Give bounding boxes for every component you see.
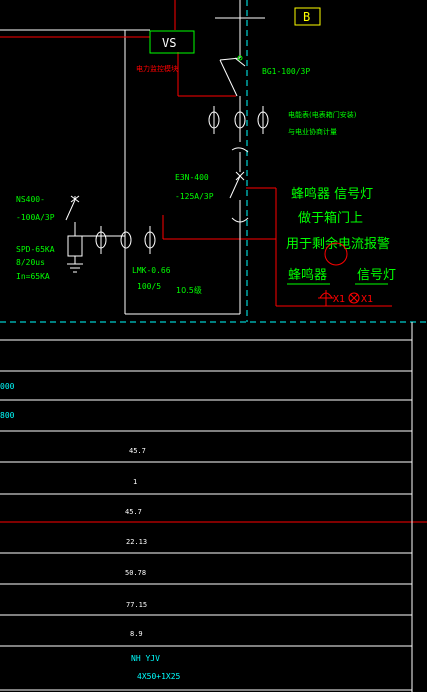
ct-note-line1: 电能表(电表箱门安装) xyxy=(288,110,357,119)
table-value-7: 8.9 xyxy=(130,630,143,638)
spd-label2: 8/20us xyxy=(16,258,45,267)
spd-label1: SPD-65KA xyxy=(16,245,55,254)
buzzer-purpose: 用于剩余电流报警 xyxy=(286,236,390,252)
page-marker-text: B xyxy=(303,10,310,24)
table-value-3: 45.7 xyxy=(125,508,142,516)
table-value-4: 22.13 xyxy=(126,538,147,546)
cable-spec-line2: 4X50+1X25 xyxy=(137,672,181,681)
spd-label3: In=65KA xyxy=(16,272,50,281)
ct-group-upper xyxy=(208,106,269,134)
buzzer-label: 蜂鸣器 xyxy=(288,267,327,283)
table-value-1: 45.7 xyxy=(129,447,146,455)
cable-spec-line1: NH YJV xyxy=(131,654,160,663)
breaker-bg1-label: BG1-100/3P xyxy=(262,67,310,76)
ct-small-note: 10.5级 xyxy=(176,285,202,295)
red-wiring xyxy=(0,0,427,523)
lamp-label: 信号灯 xyxy=(357,268,396,283)
buzzer-mount: 做于箱门上 xyxy=(298,210,363,226)
table-value-5: 50.78 xyxy=(125,569,146,577)
vs-label: VS xyxy=(162,36,176,50)
main-switch-label2: -125A/3P xyxy=(175,192,214,201)
ct-model-label2: 100/5 xyxy=(137,282,161,291)
table-value-2: 1 xyxy=(133,478,137,486)
spd-branch-symbol xyxy=(65,195,125,273)
ct-model-label1: LMK-0.66 xyxy=(132,266,171,275)
x1-label-a: X1 xyxy=(333,294,345,305)
table-grid xyxy=(0,322,413,692)
left-value-1: 000 xyxy=(0,382,15,391)
buzzer-icon xyxy=(318,290,334,306)
main-switch-label1: E3N-400 xyxy=(175,173,209,182)
power-monitor-label: 电力监控模块 xyxy=(136,64,178,73)
main-switch-symbol xyxy=(229,147,249,285)
x1-label-b: X1 xyxy=(361,294,373,305)
spd-breaker-label1: NS400- xyxy=(16,195,45,204)
cad-drawing-canvas: B VS 电力监控模块 BG1-100/3P 电能表(电表箱门安装) 与电业协商… xyxy=(0,0,427,692)
left-value-2: 800 xyxy=(0,411,15,420)
table-value-6: 77.15 xyxy=(126,601,147,609)
breaker-bg1-symbol xyxy=(219,57,246,142)
ct-note-line2: 与电业协商计量 xyxy=(288,127,337,136)
buzzer-title: 蜂鸣器 信号灯 xyxy=(291,186,373,202)
spd-breaker-label2: -100A/3P xyxy=(16,213,55,222)
signal-lamp-icon xyxy=(348,292,360,304)
